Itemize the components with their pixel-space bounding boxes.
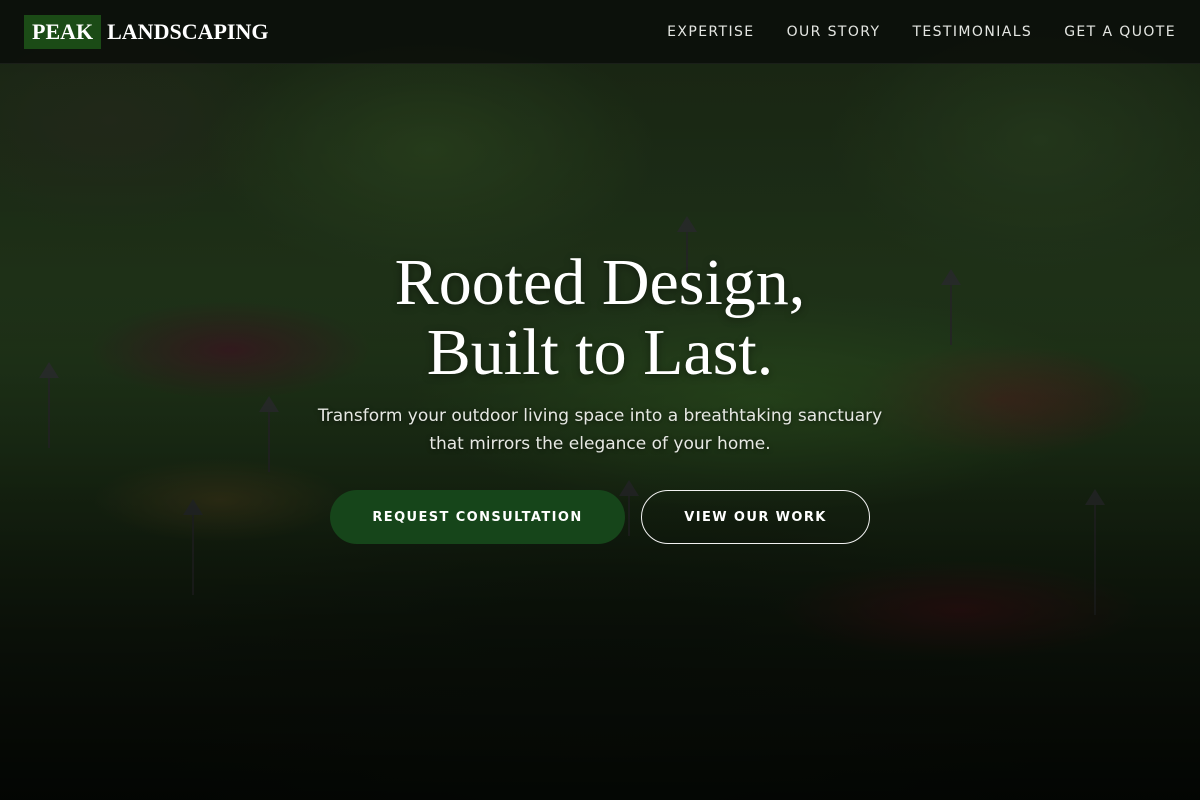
hero-subtitle: Transform your outdoor living space into… (250, 402, 950, 458)
hero-title-line-2: Built to Last. (426, 316, 774, 389)
landing-page: PEAK LANDSCAPING EXPERTISE OUR STORY TES… (0, 0, 1200, 800)
site-header: PEAK LANDSCAPING EXPERTISE OUR STORY TES… (0, 0, 1200, 64)
nav-link-our-story[interactable]: OUR STORY (787, 24, 881, 40)
brand-logo-mark: PEAK (24, 14, 102, 49)
hero-title-line-1: Rooted Design, (394, 246, 806, 319)
nav-link-expertise[interactable]: EXPERTISE (667, 24, 754, 40)
request-consultation-button[interactable]: REQUEST CONSULTATION (330, 490, 625, 544)
hero-subtitle-line-2: that mirrors the elegance of your home. (429, 434, 771, 454)
hero-title: Rooted Design, Built to Last. (0, 248, 1200, 388)
main-nav: EXPERTISE OUR STORY TESTIMONIALS GET A Q… (635, 24, 1176, 40)
brand-logo-word: LANDSCAPING (107, 18, 269, 44)
view-our-work-button[interactable]: VIEW OUR WORK (641, 490, 870, 544)
brand-logo[interactable]: PEAK LANDSCAPING (24, 14, 269, 49)
hero-section: Rooted Design, Built to Last. Transform … (0, 248, 1200, 544)
nav-link-get-a-quote[interactable]: GET A QUOTE (1064, 24, 1176, 40)
hero-cta-group: REQUEST CONSULTATION VIEW OUR WORK (0, 490, 1200, 544)
hero-subtitle-line-1: Transform your outdoor living space into… (317, 406, 883, 426)
nav-link-testimonials[interactable]: TESTIMONIALS (912, 24, 1032, 40)
